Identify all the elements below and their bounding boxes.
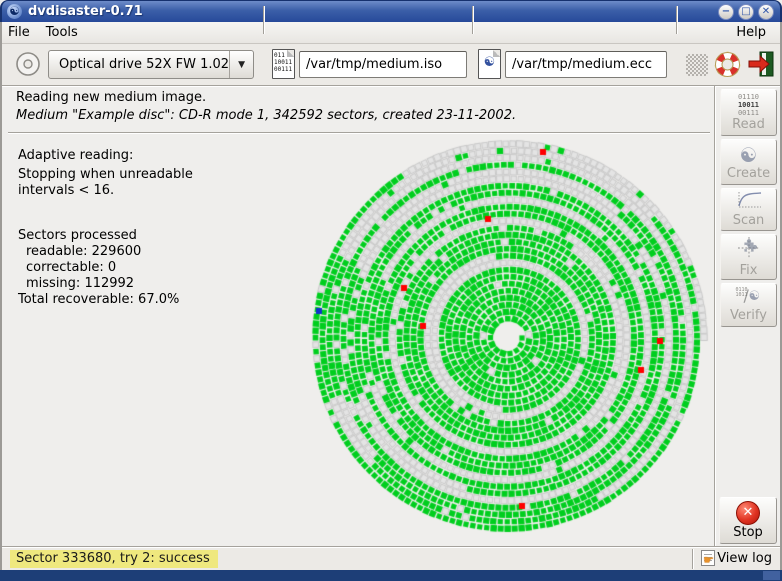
window-left-edge [0,22,2,570]
drive-selector-value: Optical drive 52X FW 1.02 [59,57,230,72]
verify-icon: 0110 1011 / ☯ [735,285,761,305]
menu-file[interactable]: File [0,23,38,42]
menu-help[interactable]: Help [728,23,774,42]
toolbar-separator [263,6,265,34]
scan-button[interactable]: Scan [720,188,777,231]
toolbar-separator [676,6,678,34]
read-button[interactable]: 01110 10011 00111 Read [720,89,777,136]
stop-icon: ✕ [736,501,760,525]
toolbar-groove [0,85,782,87]
sidebar-groove [714,86,716,546]
preferences-icon-disabled[interactable] [686,54,708,76]
verify-button[interactable]: 0110 1011 / ☯ Verify [720,283,777,327]
app-window: ☯ dvdisaster-0.71 − □ ✕ File Tools Help … [0,0,782,581]
toolbar-separator [472,6,474,34]
window-title: dvdisaster-0.71 [28,4,143,19]
view-log-button[interactable]: ☛ View log [701,550,772,567]
operation-title: Reading new medium image. [16,90,207,105]
sector-spiral-visualization [8,134,714,547]
help-lifebuoy-icon[interactable] [714,51,741,82]
medium-info: Medium "Example disc": CD-R mode 1, 3425… [16,108,517,123]
ecc-file-icon: ☯ [478,49,501,79]
scan-curve-icon [736,191,762,213]
drive-selector[interactable]: Optical drive 52X FW 1.02 ▼ [48,50,254,79]
iso-file-icon: 011 10011 00111 [272,49,295,79]
menu-tools[interactable]: Tools [38,23,86,42]
menubar: File Tools Help [0,22,782,44]
maximize-button[interactable]: □ [738,4,754,20]
iso-path-input[interactable] [299,51,467,78]
exit-icon[interactable] [747,50,775,82]
status-message: Sector 333680, try 2: success [10,550,218,568]
statusbar-separator [692,549,694,569]
app-yinyang-icon: ☯ [7,4,22,19]
log-document-icon: ☛ [701,550,716,567]
window-bottom-border [0,570,782,581]
fix-button[interactable]: Fix [720,234,777,280]
titlebar[interactable]: ☯ dvdisaster-0.71 − □ ✕ [0,0,782,22]
stop-button[interactable]: ✕ Stop [719,497,777,544]
optical-disc-icon [14,50,42,82]
create-yinyang-icon: ☯ [739,142,758,167]
chevron-down-icon[interactable]: ▼ [229,51,253,78]
close-button[interactable]: ✕ [758,4,774,20]
ecc-path-input[interactable] [505,51,667,78]
create-button[interactable]: ☯ Create [720,139,777,185]
read-icon: 01110 10011 00111 [737,93,760,117]
statusbar: Sector 333680, try 2: success ☛ View log [0,548,782,570]
pointing-hand-icon: ☛ [703,553,714,567]
resize-corner[interactable] [763,571,780,580]
minimize-button[interactable]: − [718,4,734,20]
fix-puzzle-icon [737,236,761,263]
